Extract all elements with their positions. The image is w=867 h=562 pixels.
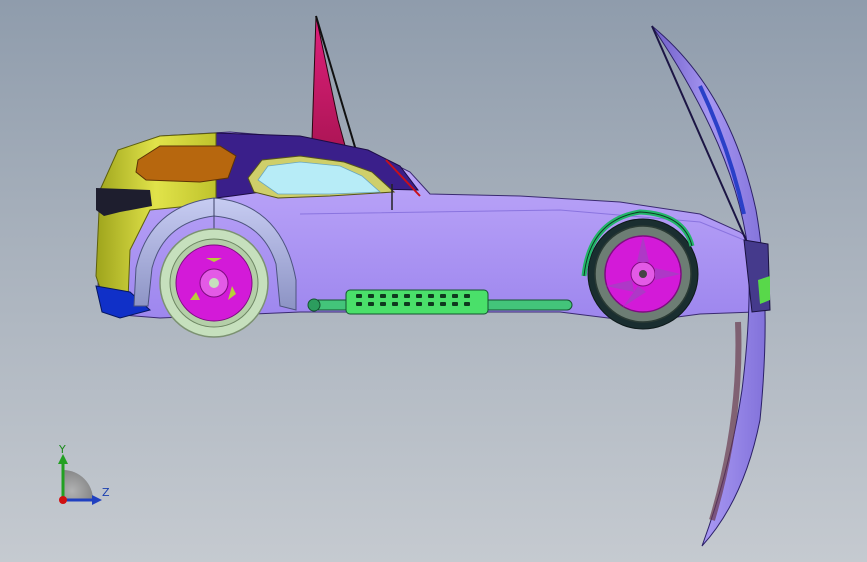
car-model-view[interactable] [0, 0, 867, 562]
orientation-triad: Y Z [52, 440, 122, 510]
axis-y-label: Y [59, 443, 66, 456]
3d-viewport[interactable]: Y Z [0, 0, 867, 562]
front-wheel[interactable] [159, 228, 269, 338]
axis-z-label: Z [102, 486, 110, 499]
